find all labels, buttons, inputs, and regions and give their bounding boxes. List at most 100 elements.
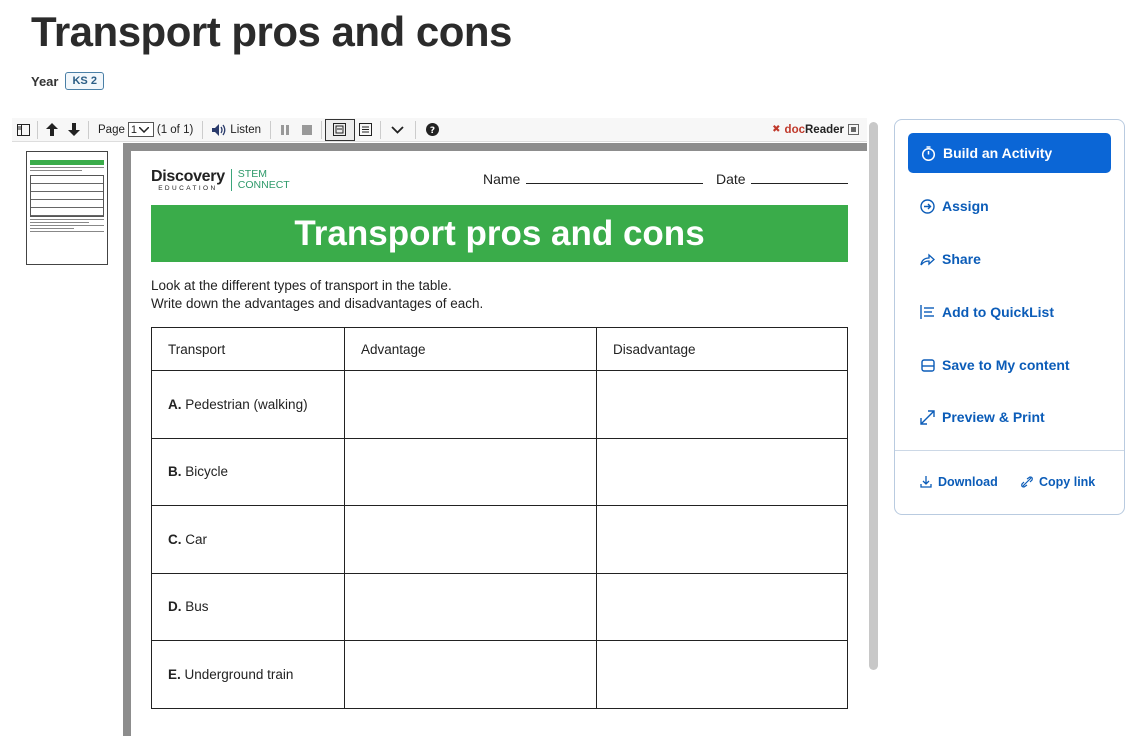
transport-cell: A. Pedestrian (walking) bbox=[151, 370, 345, 439]
page-select[interactable]: 1 bbox=[127, 122, 154, 137]
header-transport: Transport bbox=[151, 327, 345, 371]
copy-link-button[interactable]: Copy link bbox=[1021, 475, 1095, 489]
save-content-button[interactable]: Save to My content bbox=[920, 357, 1070, 373]
advantage-cell bbox=[344, 572, 597, 641]
thumbnail-pane bbox=[12, 143, 123, 736]
year-row: Year KS 2 bbox=[31, 72, 104, 90]
listen-label: Listen bbox=[230, 123, 261, 136]
page-select-value: 1 bbox=[130, 123, 137, 136]
listen-button[interactable]: Listen bbox=[206, 123, 267, 136]
share-button[interactable]: Share bbox=[920, 251, 981, 267]
header-advantage: Advantage bbox=[344, 327, 597, 371]
row-letter: D. bbox=[168, 599, 182, 615]
next-page-icon[interactable] bbox=[63, 118, 85, 142]
logo-sub: EDUCATION bbox=[158, 185, 218, 192]
disadvantage-cell bbox=[596, 640, 848, 709]
row-letter: B. bbox=[168, 464, 182, 480]
table-row: B. Bicycle bbox=[151, 437, 848, 506]
date-line bbox=[751, 183, 848, 184]
row-letter: A. bbox=[168, 396, 182, 412]
svg-text:?: ? bbox=[430, 126, 435, 136]
save-label: Save to My content bbox=[942, 357, 1070, 373]
copy-link-label: Copy link bbox=[1039, 475, 1096, 489]
sidebar-toggle-icon[interactable] bbox=[12, 118, 34, 142]
row-label: Underground train bbox=[184, 666, 294, 682]
transport-cell: D. Bus bbox=[151, 572, 345, 641]
stem-connect-logo: STEM CONNECT bbox=[238, 169, 290, 191]
table-row: D. Bus bbox=[151, 572, 848, 641]
page-count: (1 of 1) bbox=[156, 123, 194, 136]
share-arrow-icon bbox=[920, 252, 935, 267]
discovery-logo: Discovery EDUCATION STEM CONNECT bbox=[151, 168, 290, 193]
close-icon[interactable]: ✖ bbox=[772, 124, 780, 135]
table-header-row: Transport Advantage Disadvantage bbox=[151, 327, 848, 371]
pause-icon[interactable] bbox=[274, 118, 296, 142]
row-letter: C. bbox=[168, 531, 182, 547]
logo-main: Discovery bbox=[151, 168, 225, 185]
year-badge[interactable]: KS 2 bbox=[65, 72, 104, 90]
quicklist-label: Add to QuickList bbox=[942, 304, 1054, 320]
document-viewer: Page 1 (1 of 1) Listen ? ✖ docReader Dis… bbox=[12, 118, 880, 751]
add-quicklist-button[interactable]: Add to QuickList bbox=[920, 304, 1054, 320]
table-row: A. Pedestrian (walking) bbox=[151, 370, 848, 439]
page-thumbnail[interactable] bbox=[26, 151, 108, 265]
worksheet-banner: Transport pros and cons bbox=[151, 205, 848, 262]
disadvantage-cell bbox=[596, 505, 848, 574]
row-label: Pedestrian (walking) bbox=[185, 396, 308, 412]
page-label: Page bbox=[98, 123, 125, 136]
transport-table: Transport Advantage Disadvantage A. Pede… bbox=[151, 327, 848, 709]
speaker-icon bbox=[212, 123, 226, 136]
chevron-down-icon[interactable] bbox=[384, 118, 412, 142]
save-tray-icon bbox=[920, 358, 935, 373]
page-selector: Page 1 (1 of 1) bbox=[92, 122, 199, 137]
brand-prefix: doc bbox=[784, 123, 805, 136]
advantage-cell bbox=[344, 505, 597, 574]
name-line bbox=[526, 183, 703, 184]
row-label: Car bbox=[185, 531, 208, 547]
worksheet-instructions: Look at the different types of transport… bbox=[151, 277, 483, 313]
docreader-icon bbox=[848, 124, 859, 135]
row-label: Bus bbox=[185, 599, 209, 615]
download-label: Download bbox=[938, 475, 998, 489]
help-icon[interactable]: ? bbox=[419, 118, 447, 142]
build-activity-button[interactable]: Build an Activity bbox=[908, 133, 1111, 173]
year-label: Year bbox=[31, 73, 59, 89]
document-area: Discovery EDUCATION STEM CONNECT Name Da… bbox=[123, 143, 867, 751]
table-row: E. Underground train bbox=[151, 640, 848, 709]
table-row: C. Car bbox=[151, 505, 848, 574]
stop-icon[interactable] bbox=[296, 118, 318, 142]
share-label: Share bbox=[942, 251, 981, 267]
disadvantage-cell bbox=[596, 437, 848, 506]
previous-page-icon[interactable] bbox=[41, 118, 63, 142]
row-letter: E. bbox=[168, 666, 181, 682]
disadvantage-cell bbox=[596, 370, 848, 439]
action-panel: Build an Activity Assign Share Add to Qu… bbox=[894, 119, 1125, 515]
arrow-circle-icon bbox=[920, 198, 935, 214]
instructions-line-2: Write down the advantages and disadvanta… bbox=[151, 296, 484, 311]
page-view-icon[interactable] bbox=[324, 118, 355, 141]
transport-cell: B. Bicycle bbox=[151, 437, 345, 506]
date-label: Date bbox=[716, 171, 746, 187]
header-disadvantage: Disadvantage bbox=[596, 327, 848, 371]
text-view-icon[interactable] bbox=[355, 118, 377, 142]
logo-stem-2: CONNECT bbox=[237, 179, 290, 191]
assign-label: Assign bbox=[942, 198, 989, 214]
instructions-line-1: Look at the different types of transport… bbox=[151, 278, 452, 293]
build-activity-label: Build an Activity bbox=[943, 145, 1053, 161]
download-button[interactable]: Download bbox=[920, 475, 998, 489]
viewer-toolbar: Page 1 (1 of 1) Listen ? ✖ docReader bbox=[12, 118, 867, 142]
preview-print-button[interactable]: Preview & Print bbox=[920, 409, 1045, 425]
transport-cell: E. Underground train bbox=[151, 640, 345, 709]
link-icon bbox=[1021, 476, 1033, 488]
disadvantage-cell bbox=[596, 572, 848, 641]
advantage-cell bbox=[344, 370, 597, 439]
advantage-cell bbox=[344, 640, 597, 709]
panel-divider bbox=[895, 450, 1124, 451]
download-icon bbox=[920, 476, 932, 488]
expand-arrow-icon bbox=[920, 409, 935, 425]
assign-button[interactable]: Assign bbox=[920, 198, 989, 214]
name-label: Name bbox=[483, 171, 521, 187]
docreader-brand[interactable]: ✖ docReader bbox=[772, 124, 867, 136]
advantage-cell bbox=[344, 437, 597, 506]
viewer-scrollbar[interactable] bbox=[869, 122, 878, 670]
